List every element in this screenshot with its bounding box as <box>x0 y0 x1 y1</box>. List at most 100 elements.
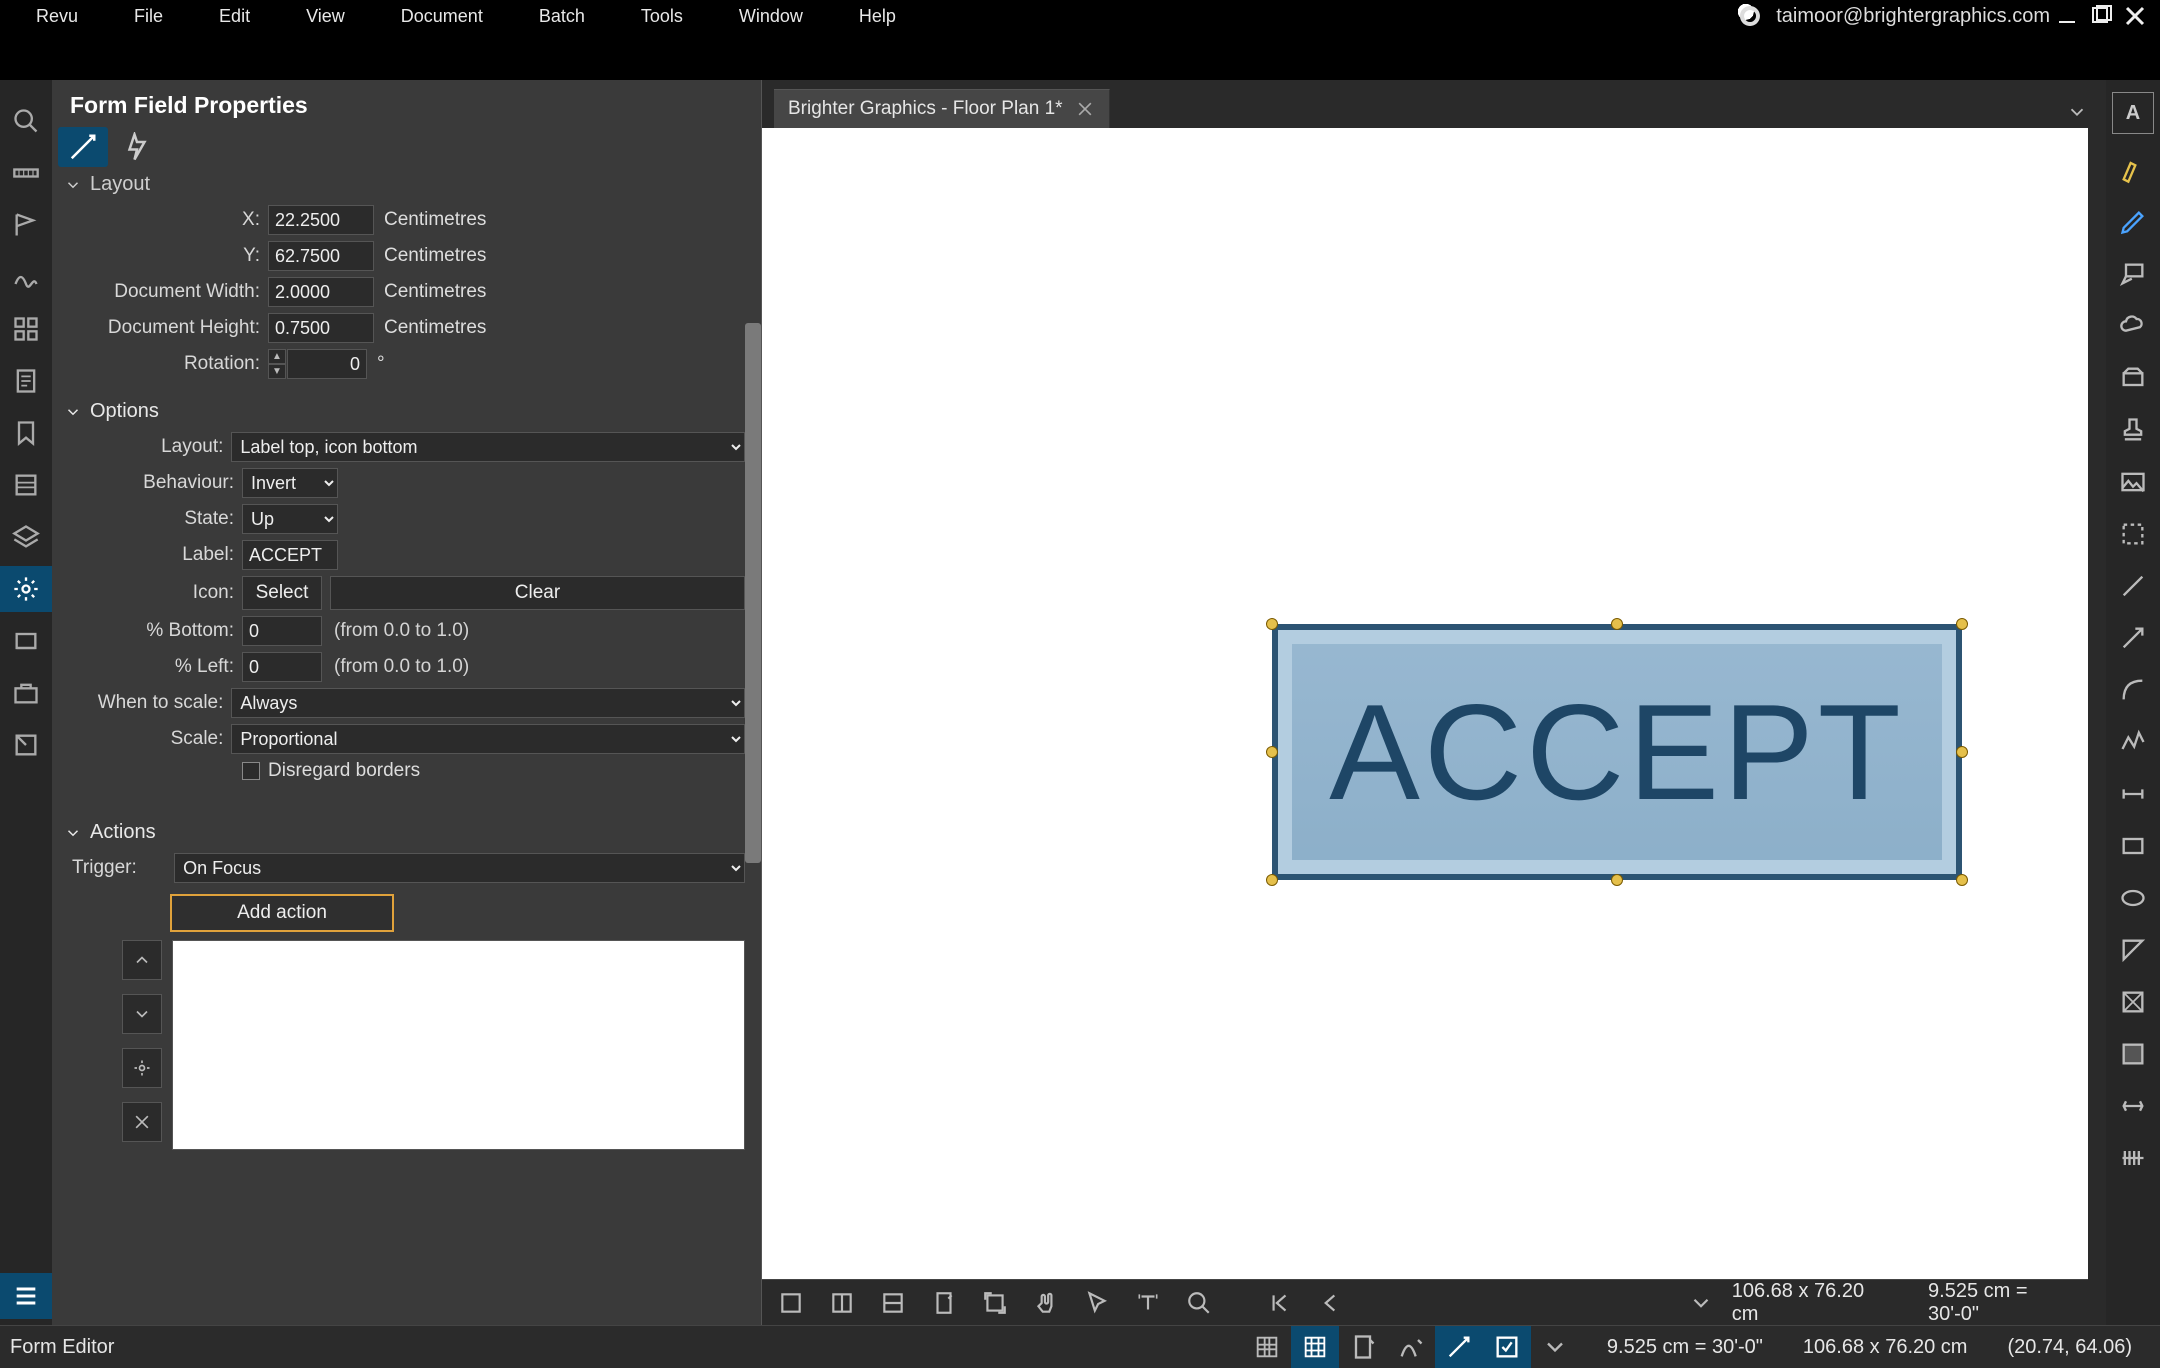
image-tool-icon[interactable] <box>2106 458 2160 506</box>
close-button[interactable] <box>2118 0 2152 33</box>
pen-tool-icon[interactable] <box>2106 198 2160 246</box>
document-icon[interactable] <box>0 358 52 404</box>
prev-page-icon[interactable] <box>1310 1282 1351 1324</box>
icon-clear-button[interactable]: Clear <box>330 576 745 610</box>
rotation-spin-up[interactable]: ▲ <box>268 349 286 364</box>
action-move-down[interactable] <box>122 994 162 1034</box>
menu-help[interactable]: Help <box>831 4 924 29</box>
markup-snap-icon[interactable] <box>1387 1326 1435 1368</box>
selection-handle[interactable] <box>1266 874 1278 886</box>
selection-handle[interactable] <box>1611 618 1623 630</box>
dimension-tool-icon[interactable] <box>2106 770 2160 818</box>
state-select[interactable]: Up <box>242 504 338 534</box>
line-tool-icon[interactable] <box>2106 562 2160 610</box>
action-list[interactable] <box>172 940 745 1150</box>
text-tool-icon[interactable] <box>1127 1282 1168 1324</box>
content-snap-icon[interactable] <box>1339 1326 1387 1368</box>
polygon-tool-icon[interactable] <box>2106 926 2160 974</box>
pct-left-input[interactable] <box>242 652 322 682</box>
menu-batch[interactable]: Batch <box>511 4 613 29</box>
doc-height-input[interactable] <box>268 313 374 343</box>
callout-tool-icon[interactable] <box>2106 250 2160 298</box>
reuse-toggle-icon[interactable] <box>1435 1326 1483 1368</box>
selection-handle[interactable] <box>1956 874 1968 886</box>
tab-appearance[interactable] <box>58 127 108 167</box>
menu-document[interactable]: Document <box>373 4 511 29</box>
selection-handle[interactable] <box>1956 746 1968 758</box>
sync-toggle-icon[interactable] <box>1483 1326 1531 1368</box>
menu-file[interactable]: File <box>106 4 191 29</box>
view-menu-icon[interactable] <box>1681 1282 1722 1324</box>
tab-overflow-icon[interactable] <box>2066 101 2088 128</box>
sets-icon[interactable] <box>0 722 52 768</box>
sheets-icon[interactable] <box>0 462 52 508</box>
tab-actions[interactable] <box>112 127 162 167</box>
fit-page-icon[interactable] <box>974 1282 1015 1324</box>
when-scale-select[interactable]: Always <box>231 688 745 718</box>
x-input[interactable] <box>268 205 374 235</box>
polyline-tool-icon[interactable] <box>2106 718 2160 766</box>
view-split-h-icon[interactable] <box>872 1282 913 1324</box>
form-button-accept[interactable]: ACCEPT <box>1272 624 1962 880</box>
selection-handle[interactable] <box>1611 874 1623 886</box>
cloud-tool-icon[interactable] <box>2106 302 2160 350</box>
bookmark-icon[interactable] <box>0 410 52 456</box>
snapshot-tool-icon[interactable] <box>2106 354 2160 402</box>
snap-toggle-icon[interactable] <box>1291 1326 1339 1368</box>
selection-handle[interactable] <box>1266 618 1278 630</box>
menu-view[interactable]: View <box>278 4 373 29</box>
scale-select[interactable]: Proportional <box>231 724 745 754</box>
trigger-select[interactable]: On Focus <box>174 853 745 883</box>
zoom-tool-icon[interactable] <box>1178 1282 1219 1324</box>
toolchest-icon[interactable] <box>0 670 52 716</box>
disregard-borders-checkbox[interactable] <box>242 762 260 780</box>
grid-toggle-icon[interactable] <box>1243 1326 1291 1368</box>
pct-bottom-input[interactable] <box>242 616 322 646</box>
pan-tool-icon[interactable] <box>1025 1282 1066 1324</box>
behaviour-select[interactable]: Invert <box>242 468 338 498</box>
selection-handle[interactable] <box>1956 618 1968 630</box>
first-page-icon[interactable] <box>1259 1282 1300 1324</box>
page-layout-icon[interactable] <box>923 1282 964 1324</box>
area-tool-icon[interactable] <box>2106 1030 2160 1078</box>
maximize-button[interactable] <box>2084 0 2118 33</box>
user-account[interactable]: taimoor@brightergraphics.com <box>1736 2 2050 30</box>
text-box-tool-icon[interactable]: A <box>2112 92 2154 134</box>
stamp-tool-icon[interactable] <box>2106 406 2160 454</box>
icon-select-button[interactable]: Select <box>242 576 322 610</box>
document-canvas[interactable]: ACCEPT <box>762 128 2088 1279</box>
flag-icon[interactable] <box>0 202 52 248</box>
marquee-tool-icon[interactable] <box>2106 510 2160 558</box>
action-delete[interactable] <box>122 1102 162 1142</box>
action-move-up[interactable] <box>122 940 162 980</box>
section-actions[interactable]: Actions <box>52 815 761 850</box>
tab-close-icon[interactable] <box>1075 99 1095 119</box>
minimize-button[interactable] <box>2050 0 2084 33</box>
ruler-icon[interactable] <box>0 150 52 196</box>
add-action-button[interactable]: Add action <box>170 894 394 932</box>
rectangle-tool-icon[interactable] <box>2106 822 2160 870</box>
view-single-icon[interactable] <box>770 1282 811 1324</box>
doc-width-input[interactable] <box>268 277 374 307</box>
selection-handle[interactable] <box>1266 746 1278 758</box>
menu-tools[interactable]: Tools <box>613 4 711 29</box>
panel-scrollbar[interactable] <box>745 323 761 863</box>
layout-select[interactable]: Label top, icon bottom <box>231 432 745 462</box>
menu-edit[interactable]: Edit <box>191 4 278 29</box>
arrow-tool-icon[interactable] <box>2106 614 2160 662</box>
properties-icon[interactable] <box>0 566 52 612</box>
menu-revu[interactable]: Revu <box>8 4 106 29</box>
menu-window[interactable]: Window <box>711 4 831 29</box>
rotation-spin-down[interactable]: ▼ <box>268 364 286 379</box>
action-settings[interactable] <box>122 1048 162 1088</box>
thumbnails-icon[interactable] <box>0 306 52 352</box>
signature-icon[interactable] <box>0 254 52 300</box>
select-tool-icon[interactable] <box>1076 1282 1117 1324</box>
highlight-tool-icon[interactable] <box>2106 146 2160 194</box>
volume-tool-icon[interactable] <box>2106 1082 2160 1130</box>
search-icon[interactable] <box>0 98 52 144</box>
section-options[interactable]: Options <box>52 394 761 429</box>
layers-icon[interactable] <box>0 514 52 560</box>
view-split-v-icon[interactable] <box>821 1282 862 1324</box>
ellipse-tool-icon[interactable] <box>2106 874 2160 922</box>
